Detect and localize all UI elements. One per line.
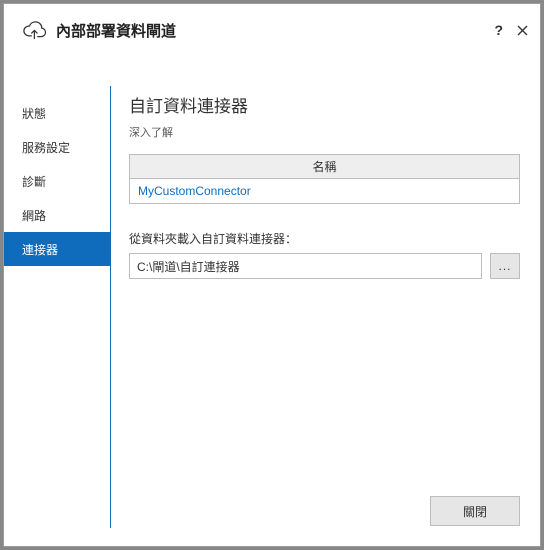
window-title: 內部部署資料閘道 <box>56 20 494 41</box>
sidebar-item-label: 診斷 <box>22 173 46 190</box>
folder-path-input[interactable] <box>129 253 482 279</box>
cloud-upload-icon <box>20 18 48 42</box>
sidebar-item-label: 連接器 <box>22 241 58 258</box>
close-button[interactable]: 關閉 <box>430 496 520 526</box>
sidebar-item-service-settings[interactable]: 服務設定 <box>4 130 110 164</box>
sidebar-item-label: 網路 <box>22 207 46 224</box>
page-heading: 自訂資料連接器 <box>129 92 520 117</box>
content-area: 自訂資料連接器 深入了解 名稱 MyCustomConnector 從資料夾載入… <box>111 56 540 546</box>
browse-button[interactable]: ... <box>490 253 520 279</box>
table-column-header-name: 名稱 <box>130 155 519 179</box>
help-button[interactable]: ? <box>494 23 503 37</box>
sidebar-item-diagnostics[interactable]: 診斷 <box>4 164 110 198</box>
sidebar-item-network[interactable]: 網路 <box>4 198 110 232</box>
window-body: 狀態 服務設定 診斷 網路 連接器 自訂資料連接器 深入了解 名稱 MyCust… <box>4 56 540 546</box>
table-row[interactable]: MyCustomConnector <box>130 179 519 203</box>
learn-more-link[interactable]: 深入了解 <box>129 124 173 140</box>
window-close-button[interactable] <box>517 25 528 36</box>
sidebar-item-status[interactable]: 狀態 <box>4 96 110 130</box>
sidebar-item-label: 服務設定 <box>22 139 70 156</box>
sidebar-item-connectors[interactable]: 連接器 <box>4 232 110 266</box>
folder-path-row: ... <box>129 253 520 279</box>
connector-name-cell: MyCustomConnector <box>138 184 251 198</box>
sidebar-item-label: 狀態 <box>22 105 46 122</box>
app-window: 內部部署資料閘道 ? 狀態 服務設定 診斷 網路 連接器 <box>3 3 541 547</box>
sidebar: 狀態 服務設定 診斷 網路 連接器 <box>4 56 110 546</box>
connectors-table: 名稱 MyCustomConnector <box>129 154 520 204</box>
folder-path-label: 從資料夾載入自訂資料連接器： <box>129 230 520 247</box>
footer: 關閉 <box>430 496 520 526</box>
titlebar: 內部部署資料閘道 ? <box>4 4 540 56</box>
window-controls: ? <box>494 23 528 37</box>
